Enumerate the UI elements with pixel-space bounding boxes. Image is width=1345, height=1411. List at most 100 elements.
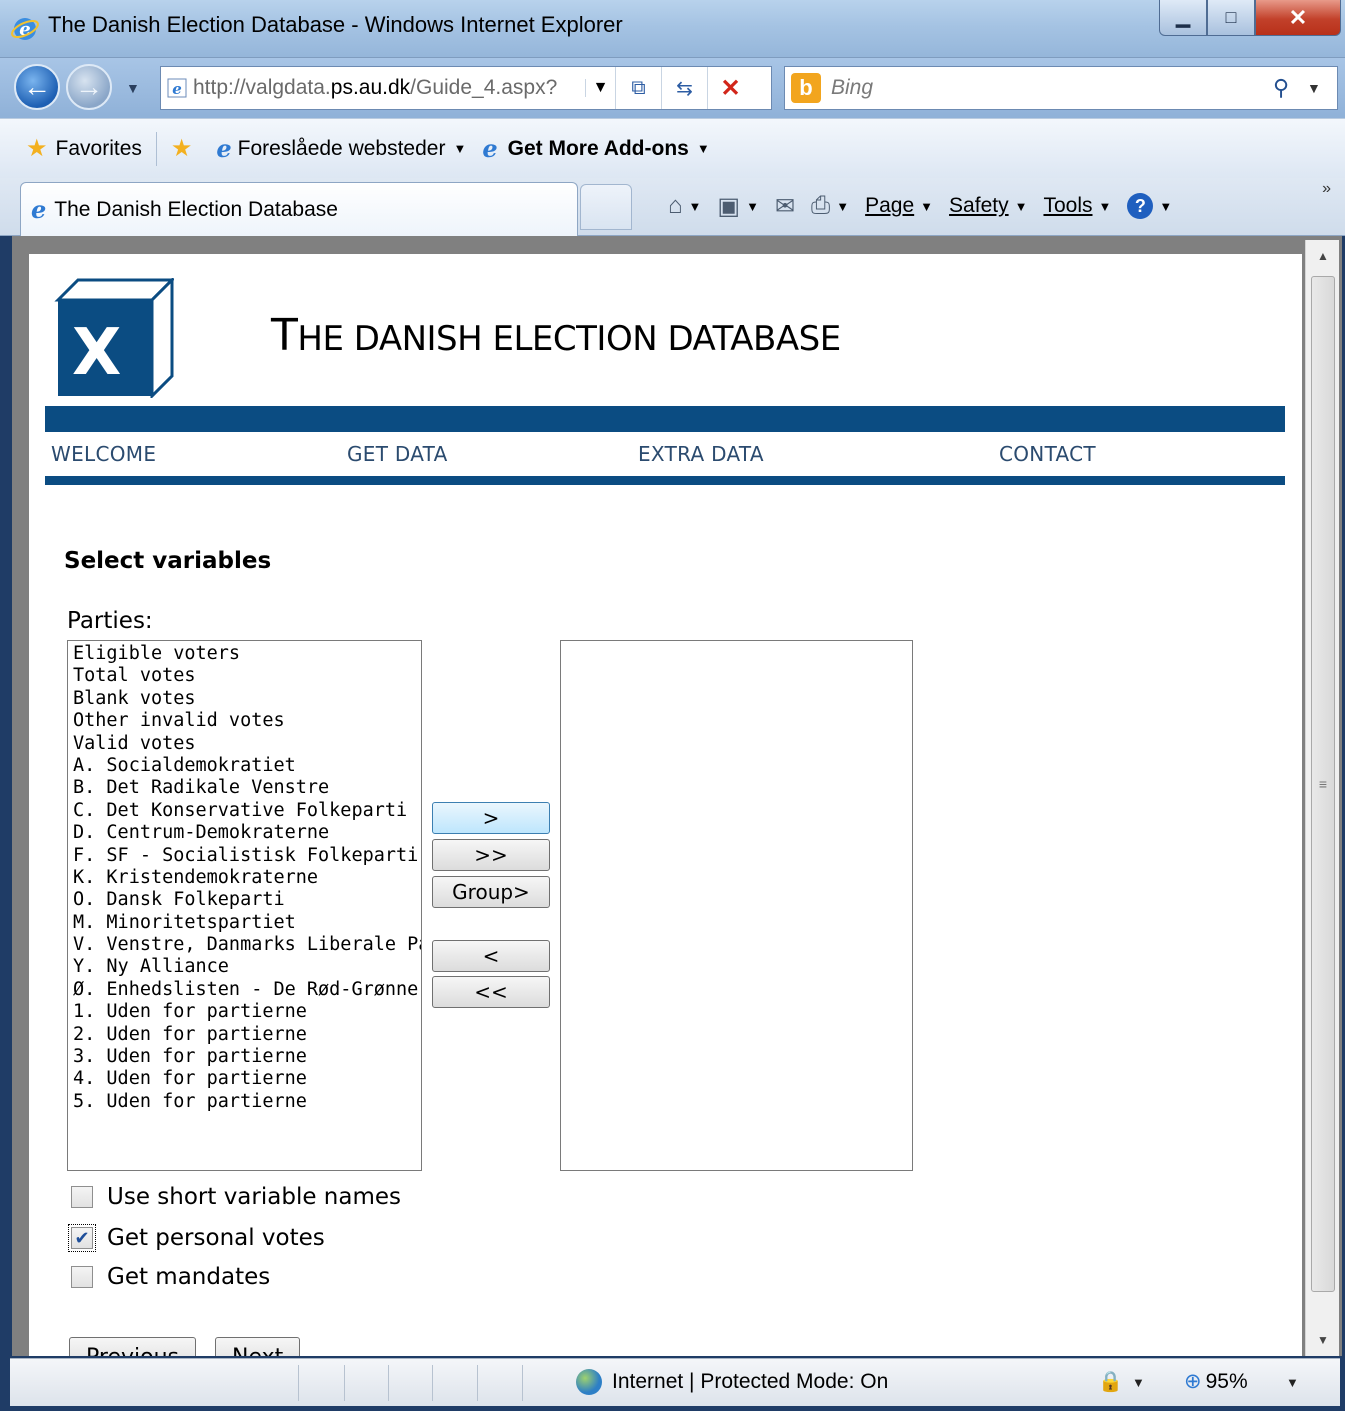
personal-votes-option[interactable]: ✔ Get personal votes xyxy=(68,1224,325,1252)
address-dropdown-icon[interactable]: ▼ xyxy=(585,79,615,97)
list-item[interactable]: Other invalid votes xyxy=(68,710,421,732)
close-button[interactable]: ✕ xyxy=(1255,0,1341,36)
feeds-button[interactable]: ▣ ▼ xyxy=(709,192,767,221)
globe-icon xyxy=(576,1369,602,1395)
security-zone[interactable]: Internet | Protected Mode: On xyxy=(576,1369,888,1395)
maximize-button[interactable]: □ xyxy=(1207,0,1255,36)
chevron-down-icon: ▼ xyxy=(688,198,702,214)
list-item[interactable]: 2. Uden for partierne xyxy=(68,1024,421,1046)
short-names-option[interactable]: Use short variable names xyxy=(71,1184,401,1210)
list-item[interactable]: M. Minoritetspartiet xyxy=(68,912,421,934)
protected-mode-icon[interactable]: 🔒 xyxy=(1098,1369,1123,1394)
menu-contact[interactable]: CONTACT xyxy=(999,442,1096,466)
previous-button[interactable]: Previous xyxy=(69,1337,196,1356)
tools-menu[interactable]: Tools ▼ xyxy=(1035,194,1119,218)
help-icon: ? xyxy=(1127,193,1154,219)
favorites-button[interactable]: ★ Favorites xyxy=(18,129,150,169)
list-item[interactable]: V. Venstre, Danmarks Liberale Parti xyxy=(68,934,421,956)
zoom-dropdown-icon[interactable]: ▼ xyxy=(1286,1375,1299,1390)
search-input[interactable]: Bing xyxy=(831,76,1273,100)
scroll-up-icon[interactable]: ▲ xyxy=(1306,240,1340,272)
mandates-checkbox[interactable] xyxy=(71,1266,93,1288)
page-menu[interactable]: Page ▼ xyxy=(857,194,941,218)
search-options-dropdown-icon[interactable]: ▼ xyxy=(1307,80,1337,96)
new-tab-button[interactable] xyxy=(580,184,632,230)
list-item[interactable]: Total votes xyxy=(68,665,421,687)
list-item[interactable]: D. Centrum-Demokraterne xyxy=(68,822,421,844)
safety-menu[interactable]: Safety ▼ xyxy=(941,194,1035,218)
personal-votes-checkbox[interactable]: ✔ xyxy=(68,1224,96,1252)
toolbar-overflow-icon[interactable]: » xyxy=(1322,180,1331,198)
forward-button[interactable]: → xyxy=(66,64,112,110)
site-logo[interactable]: X xyxy=(54,276,176,400)
read-mail-button[interactable]: ✉ xyxy=(767,192,803,221)
chevron-down-icon: ▼ xyxy=(1098,198,1112,214)
list-item[interactable]: Y. Ny Alliance xyxy=(68,956,421,978)
zoom-level[interactable]: ⊕ 95% xyxy=(1184,1369,1248,1394)
scroll-down-icon[interactable]: ▼ xyxy=(1306,1324,1340,1356)
search-box[interactable]: b Bing ⚲ ▼ xyxy=(784,66,1338,110)
list-item[interactable]: Ø. Enhedslisten - De Rød-Grønne xyxy=(68,979,421,1001)
list-item[interactable]: C. Det Konservative Folkeparti xyxy=(68,800,421,822)
maximize-icon: □ xyxy=(1225,7,1237,27)
title-bar: e The Danish Election Database - Windows… xyxy=(0,0,1345,58)
list-item[interactable]: 1. Uden for partierne xyxy=(68,1001,421,1023)
ie-page-icon: e xyxy=(216,134,232,163)
list-item[interactable]: 5. Uden for partierne xyxy=(68,1091,421,1113)
list-item[interactable]: O. Dansk Folkeparti xyxy=(68,889,421,911)
menu-extra-data[interactable]: EXTRA DATA xyxy=(638,442,764,466)
refresh-icon[interactable]: ⇆ xyxy=(661,67,707,109)
mandates-label: Get mandates xyxy=(107,1264,271,1290)
list-item[interactable]: K. Kristendemokraterne xyxy=(68,867,421,889)
favorites-label: Favorites xyxy=(55,136,142,160)
checkmark-icon: ✔ xyxy=(74,1227,90,1249)
mandates-option[interactable]: Get mandates xyxy=(71,1264,270,1290)
minimize-button[interactable]: ▁ xyxy=(1159,0,1207,36)
print-button[interactable]: ⎙ ▼ xyxy=(803,192,857,220)
stop-icon[interactable]: ✕ xyxy=(707,67,753,109)
site-menu: WELCOME GET DATA EXTRA DATA CONTACT xyxy=(45,440,1285,476)
list-item[interactable]: Eligible voters xyxy=(68,643,421,665)
menu-get-data[interactable]: GET DATA xyxy=(347,442,448,466)
list-item[interactable]: B. Det Radikale Venstre xyxy=(68,777,421,799)
add-to-favorites-bar-button[interactable]: ★ xyxy=(163,129,209,169)
list-item[interactable]: F. SF - Socialistisk Folkeparti xyxy=(68,845,421,867)
remove-selected-button[interactable]: < xyxy=(432,940,550,972)
list-item[interactable]: Valid votes xyxy=(68,733,421,755)
remove-all-button[interactable]: << xyxy=(432,976,550,1008)
site-title: THE DANISH ELECTION DATABASE xyxy=(271,310,841,361)
list-item[interactable]: A. Socialdemokratiet xyxy=(68,755,421,777)
list-item[interactable]: 4. Uden for partierne xyxy=(68,1068,421,1090)
scroll-thumb[interactable]: ≡ xyxy=(1311,276,1335,1292)
add-all-button[interactable]: >> xyxy=(432,839,550,871)
url-field[interactable]: http://valgdata.ps.au.dk/Guide_4.aspx? xyxy=(193,76,585,100)
star-icon: ★ xyxy=(26,135,48,162)
available-variables-list[interactable]: Eligible voters Total votes Blank votes Oth… xyxy=(67,640,422,1171)
history-dropdown-icon[interactable]: ▼ xyxy=(126,80,140,96)
home-button[interactable]: ⌂ ▼ xyxy=(660,192,709,220)
separator xyxy=(522,1365,523,1401)
short-names-label: Use short variable names xyxy=(107,1184,402,1210)
chevron-down-icon: ▼ xyxy=(746,198,759,214)
logo-letter: X xyxy=(72,316,122,390)
add-selected-button[interactable]: > xyxy=(432,802,550,834)
list-item[interactable]: Blank votes xyxy=(68,688,421,710)
menu-welcome[interactable]: WELCOME xyxy=(51,442,156,466)
short-names-checkbox[interactable] xyxy=(71,1186,93,1208)
vertical-scrollbar[interactable]: ▲ ≡ ▼ xyxy=(1305,240,1339,1356)
back-button[interactable]: ← xyxy=(14,64,60,110)
web-page: X THE DANISH ELECTION DATABASE WELCOME G… xyxy=(29,254,1302,1356)
get-add-ons-button[interactable]: e Get More Add-ons ▼ xyxy=(474,129,717,169)
selected-variables-list[interactable] xyxy=(560,640,913,1171)
chevron-down-icon[interactable]: ▼ xyxy=(1132,1375,1145,1390)
group-button[interactable]: Group> xyxy=(432,876,550,908)
suggested-sites-button[interactable]: e Foreslåede websteder ▼ xyxy=(208,129,474,169)
list-item[interactable]: 3. Uden for partierne xyxy=(68,1046,421,1068)
chevron-down-icon: ▼ xyxy=(1159,198,1173,214)
compatibility-view-icon[interactable]: ⧉ xyxy=(615,67,661,109)
tab-danish-election-database[interactable]: e The Danish Election Database xyxy=(20,182,578,236)
search-icon[interactable]: ⚲ xyxy=(1273,75,1307,101)
next-button[interactable]: Next xyxy=(215,1337,301,1356)
help-menu[interactable]: ? ▼ xyxy=(1119,193,1180,219)
address-bar[interactable]: e http://valgdata.ps.au.dk/Guide_4.aspx?… xyxy=(160,66,772,110)
